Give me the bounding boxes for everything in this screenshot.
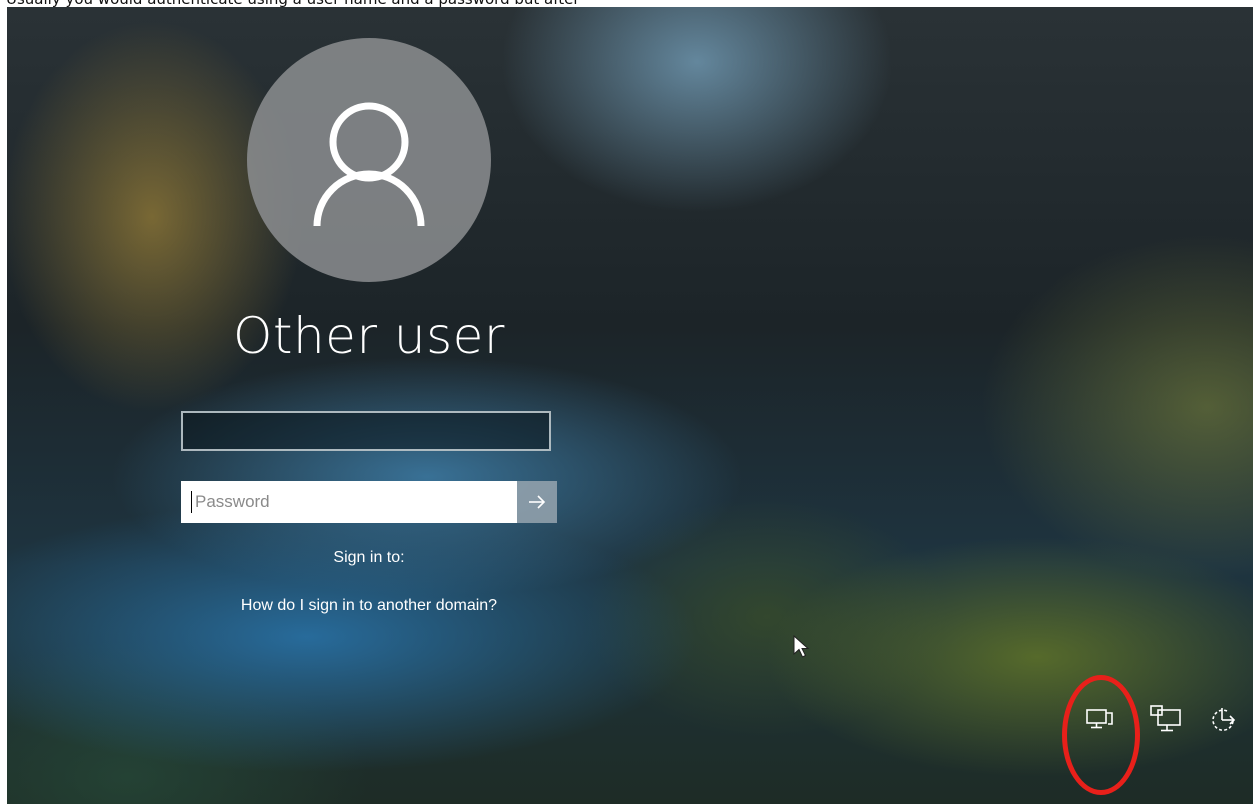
password-field[interactable] — [181, 481, 517, 523]
user-avatar — [247, 38, 491, 282]
user-icon — [313, 102, 425, 227]
accessibility-icon[interactable] — [1149, 704, 1183, 734]
sign-in-to-label: Sign in to: — [333, 549, 405, 566]
lock-screen: Other user Sign in to: How do I sign in … — [7, 7, 1253, 804]
highlight-annotation — [1062, 675, 1140, 795]
password-row — [181, 481, 557, 523]
submit-button[interactable] — [517, 481, 557, 523]
username-field[interactable] — [181, 411, 551, 451]
user-name: Other user — [233, 307, 505, 365]
text-caret — [191, 491, 192, 513]
mouse-cursor-icon — [793, 634, 810, 658]
power-icon[interactable] — [1207, 704, 1241, 734]
other-domain-link[interactable]: How do I sign in to another domain? — [147, 597, 591, 615]
arrow-right-icon — [529, 495, 546, 509]
